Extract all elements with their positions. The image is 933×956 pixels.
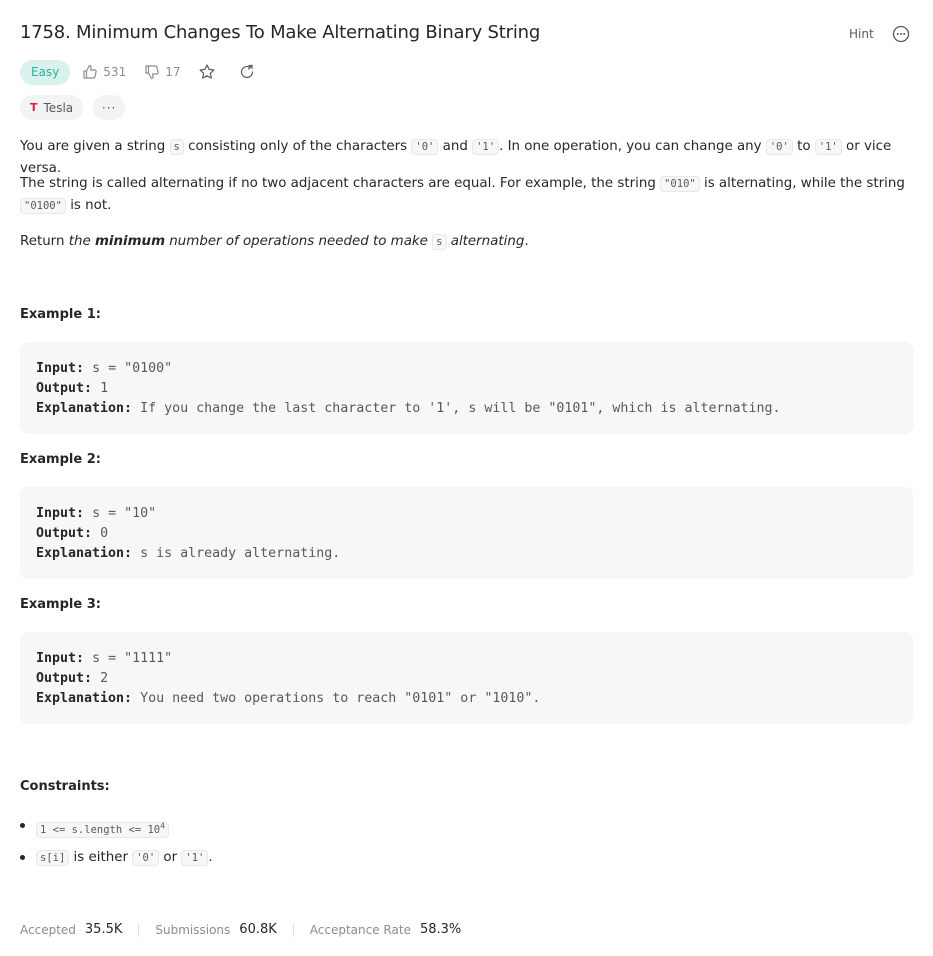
star-icon [199, 64, 215, 79]
refresh-icon [241, 64, 254, 79]
constraints-list: 1 <= s.length <= 104 s[i] is either '0' … [20, 815, 213, 879]
text: alternating [446, 234, 525, 249]
text: minimum [94, 234, 166, 249]
input-value: s = "1111" [92, 651, 173, 666]
output-value: 0 [100, 526, 109, 541]
more-options-button[interactable] [892, 25, 910, 43]
text: and [438, 139, 473, 154]
text: is either [69, 850, 133, 865]
dislike-button[interactable]: 17 [144, 64, 180, 80]
example-3-heading: Example 3: [20, 597, 101, 612]
submissions-stat: Submissions 60.8K [155, 922, 276, 937]
text: . In one operation, you can change any [499, 139, 766, 154]
difficulty-badge: Easy [20, 59, 71, 85]
explanation-value: If you change the last character to '1',… [140, 401, 781, 416]
input-label: Input: [36, 361, 85, 376]
stats-bar: Accepted 35.5K Submissions 60.8K Accepta… [20, 922, 461, 937]
text: the [68, 234, 95, 249]
divider [138, 922, 140, 937]
input-label: Input: [36, 651, 85, 666]
output-value: 1 [100, 381, 109, 396]
reset-button[interactable] [238, 63, 256, 81]
text: consisting only of the characters [183, 139, 412, 154]
text: The string is called alternating if no t… [20, 176, 661, 191]
problem-meta-row: Easy 531 17 [20, 59, 278, 85]
tesla-logo-icon: T [30, 101, 38, 114]
text: number of operations needed to make [165, 234, 433, 249]
example-1-box: Input: s = "0100" Output: 1 Explanation:… [20, 342, 913, 434]
accepted-stat: Accepted 35.5K [20, 922, 122, 937]
inline-code: '0' [765, 139, 793, 155]
like-button[interactable]: 531 [82, 64, 126, 80]
text: to [792, 139, 815, 154]
inline-code: '0' [411, 139, 439, 155]
example-2-heading: Example 2: [20, 452, 101, 467]
list-item: s[i] is either '0' or '1'. [20, 847, 213, 879]
stat-value: 35.5K [84, 922, 123, 937]
input-label: Input: [36, 506, 85, 521]
text: . [208, 850, 213, 865]
output-label: Output: [36, 381, 93, 396]
explanation-label: Explanation: [36, 691, 133, 706]
inline-code: '1' [181, 850, 209, 866]
stat-value: 58.3% [419, 922, 462, 937]
text: Return [20, 234, 69, 249]
example-2-box: Input: s = "10" Output: 0 Explanation: s… [20, 487, 913, 579]
inline-code: s [169, 139, 184, 155]
inline-code: '1' [472, 139, 500, 155]
constraint-text: 1 <= s.length <= 10 [40, 823, 161, 836]
output-label: Output: [36, 526, 93, 541]
text: is alternating, while the string [699, 176, 905, 191]
divider [292, 922, 294, 937]
more-tags-button[interactable]: ··· [93, 95, 126, 120]
input-value: s = "10" [92, 506, 157, 521]
inline-code: s [432, 234, 447, 250]
example-1-heading: Example 1: [20, 307, 101, 322]
inline-code: "0100" [20, 198, 66, 214]
text: is not. [65, 198, 112, 213]
company-tag-tesla[interactable]: T Tesla [20, 95, 84, 120]
list-item: 1 <= s.length <= 104 [20, 815, 213, 847]
text: or [159, 850, 182, 865]
thumbs-down-icon [145, 65, 159, 80]
inline-code: 1 <= s.length <= 104 [36, 821, 169, 838]
constraints-heading: Constraints: [20, 779, 110, 794]
stat-label: Submissions [155, 922, 231, 937]
output-label: Output: [36, 671, 93, 686]
inline-code: '0' [132, 850, 160, 866]
more-horizontal-icon [892, 25, 910, 43]
explanation-label: Explanation: [36, 546, 133, 561]
text: . [524, 234, 529, 249]
explanation-value: You need two operations to reach "0101" … [140, 691, 541, 706]
stat-value: 60.8K [239, 922, 277, 937]
exponent: 4 [160, 821, 165, 830]
stat-label: Acceptance Rate [309, 922, 411, 937]
explanation-value: s is already alternating. [140, 546, 341, 561]
hint-button[interactable]: Hint [849, 27, 874, 41]
like-count: 531 [103, 65, 127, 79]
input-value: s = "0100" [92, 361, 173, 376]
description-paragraph-3: Return the minimum number of operations … [20, 231, 920, 253]
stat-label: Accepted [20, 922, 76, 937]
description-paragraph-2: The string is called alternating if no t… [20, 173, 920, 217]
thumbs-up-icon [83, 64, 98, 79]
inline-code: '1' [814, 139, 842, 155]
favorite-button[interactable] [198, 63, 216, 81]
inline-code: "010" [660, 176, 700, 192]
explanation-label: Explanation: [36, 401, 133, 416]
inline-code: s[i] [36, 850, 70, 866]
text: You are given a string [20, 139, 170, 154]
acceptance-rate-stat: Acceptance Rate 58.3% [310, 922, 461, 937]
example-3-box: Input: s = "1111" Output: 2 Explanation:… [20, 632, 913, 724]
tag-row: T Tesla ··· [20, 95, 126, 120]
output-value: 2 [100, 671, 109, 686]
problem-title: 1758. Minimum Changes To Make Alternatin… [20, 22, 541, 43]
company-tag-label: Tesla [43, 100, 74, 115]
dislike-count: 17 [165, 65, 181, 79]
